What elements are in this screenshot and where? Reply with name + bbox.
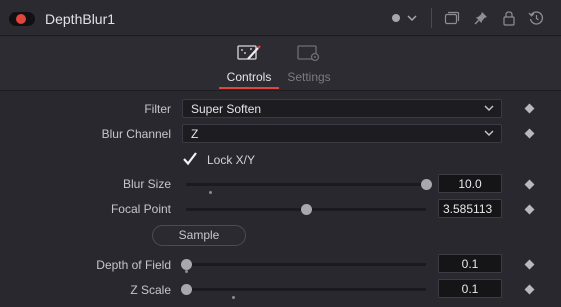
blur-size-slider-track[interactable] — [186, 183, 426, 186]
focal-point-input[interactable]: 3.585113 — [438, 199, 502, 218]
chevron-down-icon — [484, 130, 494, 136]
blur-size-default-marker — [209, 191, 212, 194]
blur-size-slider-handle[interactable] — [420, 179, 432, 190]
chevron-down-icon — [484, 105, 494, 111]
filter-dropdown[interactable]: Super Soften — [182, 99, 502, 118]
z-scale-label: Z Scale — [130, 283, 171, 297]
focal-point-keyframe-diamond[interactable] — [524, 204, 535, 215]
lock-xy-label: Lock X/Y — [207, 153, 256, 167]
reset-icon[interactable] — [528, 10, 544, 26]
tool-enable-toggle[interactable] — [9, 12, 35, 26]
blur-size-label: Blur Size — [122, 177, 171, 191]
depth-of-field-default-marker — [185, 270, 188, 273]
z-scale-default-marker — [232, 296, 235, 299]
lock-xy-checkbox[interactable] — [182, 151, 198, 167]
depth-of-field-slider-handle[interactable] — [180, 259, 192, 270]
depth-of-field-keyframe-diamond[interactable] — [524, 259, 535, 270]
z-scale-keyframe-diamond[interactable] — [524, 284, 535, 295]
magic-wand-icon — [237, 45, 261, 60]
sample-button[interactable]: Sample — [152, 225, 246, 246]
filter-keyframe-diamond[interactable] — [524, 103, 535, 114]
blur-channel-label: Blur Channel — [101, 127, 171, 141]
depth-of-field-input[interactable]: 0.1 — [438, 254, 502, 273]
tab-settings-label: Settings — [287, 70, 331, 84]
blur-size-input[interactable]: 10.0 — [438, 174, 502, 193]
filter-value: Super Soften — [191, 102, 262, 116]
tab-settings[interactable]: Settings — [274, 43, 344, 84]
depth-of-field-label: Depth of Field — [96, 258, 171, 272]
inspector-tabs: Controls Settings — [0, 37, 561, 91]
z-scale-slider-track[interactable] — [186, 288, 426, 291]
pin-icon[interactable] — [473, 10, 489, 26]
enable-dot — [16, 14, 26, 24]
filter-label: Filter — [144, 102, 171, 116]
z-scale-slider-handle[interactable] — [180, 284, 192, 295]
blur-channel-dropdown[interactable]: Z — [182, 124, 502, 143]
header-divider — [431, 8, 432, 28]
blur-channel-keyframe-diamond[interactable] — [524, 128, 535, 139]
blur-size-keyframe-diamond[interactable] — [524, 179, 535, 190]
settings-screen-icon — [297, 45, 320, 62]
lock-icon[interactable] — [502, 10, 516, 26]
version-dropdown[interactable] — [391, 10, 421, 26]
z-scale-input[interactable]: 0.1 — [438, 279, 502, 298]
blur-channel-value: Z — [191, 127, 199, 141]
tool-header: DepthBlur1 — [0, 0, 561, 36]
versions-icon[interactable] — [444, 10, 460, 26]
tool-title: DepthBlur1 — [45, 11, 116, 27]
focal-point-slider-handle[interactable] — [300, 204, 312, 215]
depth-of-field-slider-track[interactable] — [186, 263, 426, 266]
active-tab-indicator — [219, 87, 279, 89]
focal-point-label: Focal Point — [110, 202, 171, 216]
